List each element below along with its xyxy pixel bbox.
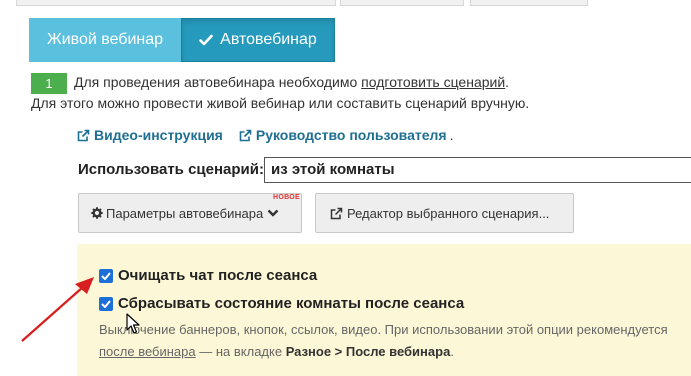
top-tab[interactable] — [340, 0, 464, 6]
help-links: Видео-инструкция Руководство пользовател… — [77, 127, 453, 143]
new-badge: НОВОЕ — [273, 194, 300, 201]
external-link-icon — [330, 207, 343, 219]
clear-chat-checkbox[interactable] — [99, 269, 113, 283]
scenario-select[interactable]: из этой комнаты — [264, 157, 691, 183]
reset-room-label[interactable]: Сбрасывать состояние комнаты после сеанс… — [118, 295, 464, 312]
clear-chat-label[interactable]: Очищать чат после сеанса — [118, 267, 317, 284]
external-link-icon — [239, 129, 252, 141]
reset-room-checkbox[interactable] — [99, 297, 113, 311]
top-tab[interactable] — [470, 0, 588, 6]
live-webinar-button[interactable]: Живой вебинар — [29, 18, 181, 62]
auto-webinar-button[interactable]: Автовебинар — [181, 18, 335, 62]
auto-webinar-label: Автовебинар — [220, 31, 317, 48]
live-webinar-label: Живой вебинар — [46, 31, 164, 48]
scenario-editor-button[interactable]: Редактор выбранного сценария... — [315, 193, 574, 233]
after-webinar-link[interactable]: после вебинара — [99, 344, 196, 359]
video-instruction-link[interactable]: Видео-инструкция — [77, 127, 223, 143]
gear-icon — [91, 207, 103, 219]
check-icon — [199, 34, 213, 46]
chevron-down-icon — [267, 209, 279, 217]
prepare-scenario-link[interactable]: подготовить сценарий — [361, 74, 505, 90]
reset-room-note-secondary: после вебинара — на вкладке Разное > Пос… — [99, 344, 454, 359]
editor-label: Редактор выбранного сценария... — [347, 205, 550, 221]
params-label: Параметры автовебинара — [106, 205, 264, 221]
autowebinar-params-button[interactable]: Параметры автовебинара — [78, 193, 302, 233]
info-text: Для проведения автовебинара необходимо п… — [74, 74, 510, 90]
top-tab[interactable] — [16, 0, 336, 6]
step-badge: 1 — [31, 73, 67, 94]
info-text-secondary: Для этого можно провести живой вебинар и… — [31, 95, 530, 111]
user-guide-link[interactable]: Руководство пользователя — [239, 127, 447, 143]
external-link-icon — [77, 129, 90, 141]
scenario-label: Использовать сценарий: — [78, 161, 264, 178]
mouse-cursor-icon — [126, 313, 140, 334]
reset-room-note: Выключение баннеров, кнопок, ссылок, вид… — [99, 322, 668, 337]
